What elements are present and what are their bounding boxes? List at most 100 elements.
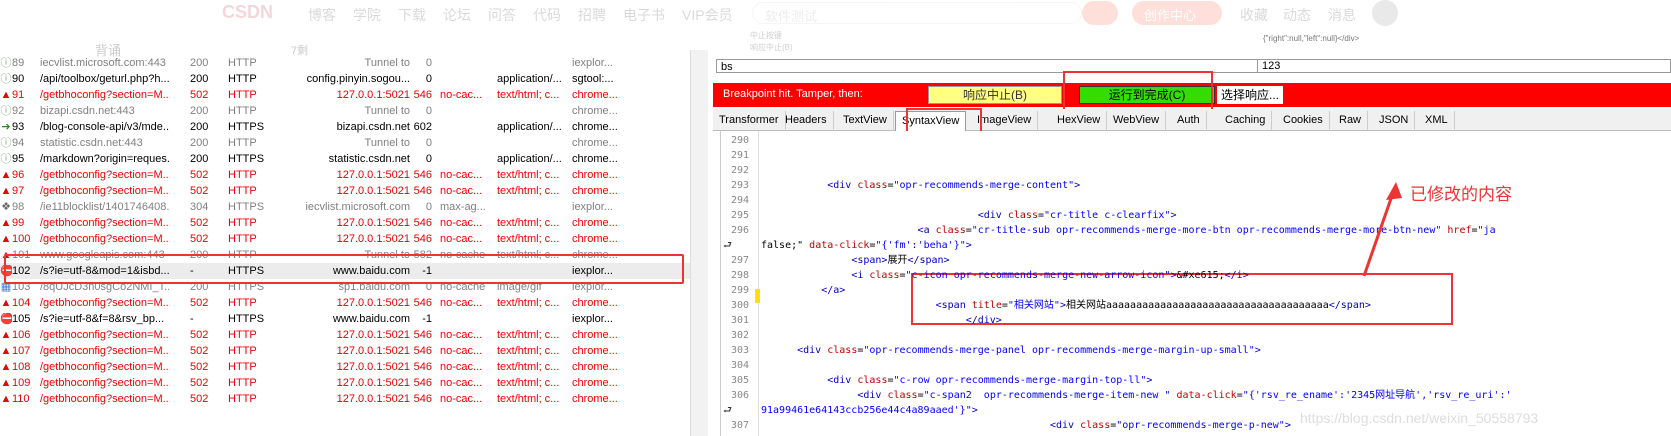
session-process: chrome... bbox=[572, 105, 618, 117]
csdn-nav-item[interactable]: 学院 bbox=[353, 5, 381, 25]
csdn-nav-item[interactable]: 博客 bbox=[308, 5, 336, 25]
pane-splitter[interactable] bbox=[690, 50, 708, 436]
session-body-size: 546 bbox=[413, 185, 432, 197]
abort-response-button[interactable]: 响应中止(B) bbox=[928, 86, 1062, 104]
csdn-nav-activity[interactable]: 动态 bbox=[1283, 5, 1311, 25]
tab-raw[interactable]: Raw bbox=[1333, 111, 1369, 131]
session-row[interactable]: ▲ 109/getbhoconfig?section=M... 502 HTTP 127… bbox=[0, 375, 690, 391]
csdn-search-input[interactable]: 软件测试 bbox=[752, 2, 1082, 24]
csdn-nav-item[interactable]: 论坛 bbox=[443, 5, 471, 25]
code-line[interactable]: <div class="c-span2 opr-recommends-merge… bbox=[761, 388, 1511, 403]
choose-response-dropdown[interactable]: 选择响应... bbox=[1217, 86, 1284, 104]
session-protocol: HTTP bbox=[228, 361, 257, 373]
csdn-nav-item[interactable]: 问答 bbox=[488, 5, 516, 25]
session-number: 110 bbox=[12, 393, 30, 405]
session-row[interactable]: ➔ 93/blog-console-api/v3/mde... 200 HTTPS bi… bbox=[0, 119, 690, 135]
line-number: 298 bbox=[730, 270, 749, 281]
session-process: chrome... bbox=[572, 297, 618, 309]
line-number: 305 bbox=[730, 375, 749, 386]
csdn-nav-favorites[interactable]: 收藏 bbox=[1240, 5, 1268, 25]
session-result: 502 bbox=[190, 89, 209, 101]
code-line[interactable]: <i class="c-icon opr-recommends-merge-ne… bbox=[761, 268, 1248, 283]
csdn-nav-item[interactable]: 招聘 bbox=[578, 5, 606, 25]
breakpoint-message: Breakpoint hit. Tamper, then: bbox=[723, 88, 863, 100]
csdn-nav-item[interactable]: 代码 bbox=[533, 5, 561, 25]
code-line[interactable]: <span title="相关网站">相关网站aaaaaaaaaaaaaaaaa… bbox=[761, 298, 1371, 313]
session-number: 96 bbox=[12, 169, 25, 181]
session-body-size: -1 bbox=[422, 313, 432, 325]
tab-transformer[interactable]: Transformer bbox=[713, 111, 786, 131]
code-line[interactable]: <span>展开</span> bbox=[761, 253, 949, 268]
csdn-nav-item[interactable]: VIP会员 bbox=[682, 5, 733, 25]
line-number: 301 bbox=[730, 315, 749, 326]
session-row[interactable]: ▲ 107/getbhoconfig?section=M... 502 HTTP 127… bbox=[0, 343, 690, 359]
session-row[interactable]: ▲ 100/getbhoconfig?section=M... 502 HTTP 127… bbox=[0, 231, 690, 247]
tab-hexview[interactable]: HexView bbox=[1051, 111, 1108, 131]
session-row[interactable]: ▲ 97/getbhoconfig?section=M... 502 HTTP 127.… bbox=[0, 183, 690, 199]
search-button[interactable] bbox=[1082, 1, 1118, 25]
grid-key-cell[interactable]: bs bbox=[721, 61, 733, 73]
avatar[interactable] bbox=[1372, 0, 1398, 26]
code-line[interactable]: 91a99461e64143ccb256e44c4a89aaed'}"> bbox=[761, 403, 978, 418]
tab-json[interactable]: JSON bbox=[1373, 111, 1416, 131]
session-row[interactable]: ⓘ 95/markdown?origin=reques... 200 HTTPS sta… bbox=[0, 151, 690, 167]
session-host: iecvlist.microsoft.com bbox=[305, 201, 410, 213]
session-process: chrome... bbox=[572, 121, 618, 133]
tab-webview[interactable]: WebView bbox=[1107, 111, 1167, 131]
session-protocol: HTTPS bbox=[228, 313, 265, 325]
session-row[interactable]: ⓘ 90/api/toolbox/geturl.php?h... 200 HTTP co… bbox=[0, 71, 690, 87]
session-result: 502 bbox=[190, 329, 209, 341]
selected-session-highlight bbox=[4, 254, 684, 284]
csdn-nav-item[interactable]: 电子书 bbox=[623, 5, 665, 25]
line-number: 302 bbox=[730, 330, 749, 341]
csdn-nav-item[interactable]: 下载 bbox=[398, 5, 426, 25]
session-caching: no-cac... bbox=[440, 233, 483, 245]
session-number: 107 bbox=[12, 345, 31, 357]
code-line[interactable]: </a> bbox=[761, 283, 845, 298]
code-line[interactable]: <div class="cr-title c-clearfix"> bbox=[761, 208, 1177, 223]
session-row[interactable]: ▲ 91/getbhoconfig?section=M... 502 HTTP 127.… bbox=[0, 87, 690, 103]
session-break-icon: ⛔ bbox=[0, 313, 12, 325]
session-row[interactable]: ▲ 106/getbhoconfig?section=M... 502 HTTP 127… bbox=[0, 327, 690, 343]
tab-caching[interactable]: Caching bbox=[1219, 111, 1273, 131]
session-row[interactable]: ▲ 110/getbhoconfig?section=M... 502 HTTP 127… bbox=[0, 391, 690, 407]
session-host: 127.0.0.1:5021 bbox=[336, 169, 410, 181]
session-row[interactable]: ⓘ 89 iecvlist.microsoft.com:443 200 HTTP Tunn… bbox=[0, 55, 690, 71]
session-process: iexplor... bbox=[572, 201, 613, 213]
code-line[interactable]: </div> bbox=[761, 313, 1002, 328]
session-url: /getbhoconfig?section=M... bbox=[40, 185, 170, 197]
tab-xml[interactable]: XML bbox=[1419, 111, 1455, 131]
session-protocol: HTTP bbox=[228, 393, 257, 405]
code-line[interactable]: false;" data-click="{'fm':'beha'}"> bbox=[761, 238, 972, 253]
faded-label: 响应中止(B) bbox=[750, 43, 793, 52]
csdn-header: CSDN 博客 学院 下载 论坛 问答 代码 招聘 电子书 VIP会员 软件测试… bbox=[0, 0, 1671, 26]
line-number: 304 bbox=[730, 360, 749, 371]
tab-textview[interactable]: TextView bbox=[837, 111, 894, 131]
code-line[interactable]: <div class="c-row opr-recommends-merge-m… bbox=[761, 373, 1152, 388]
session-host: config.pinyin.sogou... bbox=[306, 73, 410, 85]
grid-value-cell[interactable]: 123 bbox=[1257, 60, 1280, 72]
session-row[interactable]: ▲ 96/getbhoconfig?section=M... 502 HTTP 127.… bbox=[0, 167, 690, 183]
code-line[interactable]: <div class="opr-recommends-merge-panel o… bbox=[761, 343, 1261, 358]
session-number: 99 bbox=[12, 217, 25, 229]
code-line[interactable]: <div class="opr-recommends-merge-p-new"> bbox=[761, 418, 1291, 433]
tab-cookies[interactable]: Cookies bbox=[1277, 111, 1330, 131]
csdn-nav-messages[interactable]: 消息 bbox=[1328, 5, 1356, 25]
tab-auth[interactable]: Auth bbox=[1171, 111, 1207, 131]
modified-line-marker bbox=[755, 289, 760, 303]
session-process: chrome... bbox=[572, 137, 618, 149]
session-row[interactable]: ▲ 108/getbhoconfig?section=M... 502 HTTP 127… bbox=[0, 359, 690, 375]
code-line[interactable]: <div class="opr-recommends-merge-content… bbox=[761, 178, 1080, 193]
session-row[interactable]: ⛔ 105/s?ie=utf-8&f=8&rsv_bp... - HTTPS www.b… bbox=[0, 311, 690, 327]
line-number: 299 bbox=[730, 285, 749, 296]
session-row[interactable]: ▲ 104/getbhoconfig?section=M... 502 HTTP 127… bbox=[0, 295, 690, 311]
tab-headers[interactable]: Headers bbox=[779, 111, 834, 131]
session-row[interactable]: ⓘ 94 statistic.csdn.net:443 200 HTTP Tunnel t… bbox=[0, 135, 690, 151]
create-center-button[interactable]: 创作中心 bbox=[1132, 1, 1222, 25]
session-result: 502 bbox=[190, 393, 209, 405]
syntax-view-editor[interactable]: 290 291 292 293 294 295 296 ⮐ 297 298 299 300 301 302… bbox=[720, 131, 1671, 436]
session-row[interactable]: ⓘ 92 bizapi.csdn.net:443 200 HTTP Tunnel to 0 c… bbox=[0, 103, 690, 119]
session-row[interactable]: ❖ 98/ie11blocklist/1401746408... 304 HTTPS i… bbox=[0, 199, 690, 215]
session-number: 93 bbox=[12, 121, 25, 133]
session-row[interactable]: ▲ 99/getbhoconfig?section=M... 502 HTTP 127.… bbox=[0, 215, 690, 231]
